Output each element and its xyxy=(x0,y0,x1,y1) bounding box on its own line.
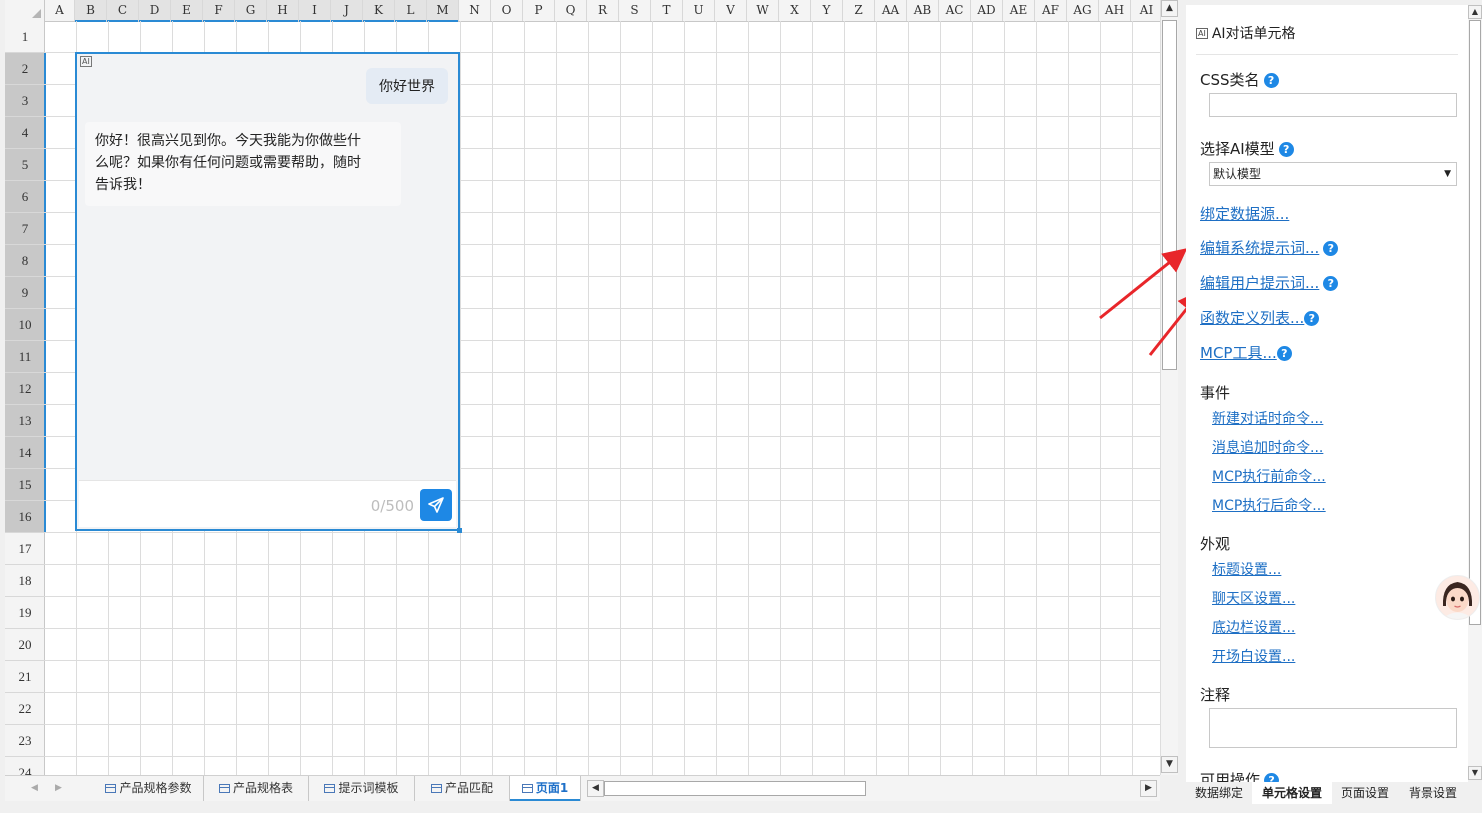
panel-scrollbar[interactable]: ▲ ▼ xyxy=(1468,5,1482,780)
panel-tab[interactable]: 背景设置 xyxy=(1398,782,1468,804)
help-icon[interactable]: ? xyxy=(1304,311,1320,326)
css-class-label-text: CSS类名 xyxy=(1200,71,1260,89)
event-link[interactable]: 消息追加时命令... xyxy=(1212,437,1323,457)
annotation-arrow xyxy=(1099,248,1188,320)
event-link[interactable]: MCP执行后命令... xyxy=(1212,495,1326,515)
panel-scroll-thumb[interactable] xyxy=(1469,20,1481,625)
help-icon[interactable]: ? xyxy=(1263,73,1279,88)
property-panel: AI AI对话单元格 CSS类名? 选择AI模型? 默认模型 ▼ 绑定数据源... … xyxy=(1186,5,1468,785)
function-list-row: 函数定义列表...? xyxy=(1200,307,1320,328)
mcp-tools-link[interactable]: MCP工具... xyxy=(1200,344,1277,362)
panel-title-text: AI对话单元格 xyxy=(1211,26,1296,42)
panel-tab[interactable]: 单元格设置 xyxy=(1252,782,1332,804)
assistant-face-icon xyxy=(1436,576,1479,619)
event-link[interactable]: 新建对话时命令... xyxy=(1212,408,1323,428)
help-icon[interactable]: ? xyxy=(1323,241,1339,256)
panel-tab[interactable]: 数据绑定 xyxy=(1186,782,1252,804)
help-icon[interactable]: ? xyxy=(1278,142,1294,157)
edit-user-prompt-link[interactable]: 编辑用户提示词... xyxy=(1200,274,1319,292)
appearance-link[interactable]: 标题设置... xyxy=(1212,559,1281,579)
ai-model-select[interactable]: 默认模型 ▼ xyxy=(1209,162,1457,186)
events-label: 事件 xyxy=(1200,384,1231,402)
panel-scroll-up-button[interactable]: ▲ xyxy=(1468,5,1482,19)
function-list-link[interactable]: 函数定义列表... xyxy=(1200,309,1304,327)
ai-model-label-text: 选择AI模型 xyxy=(1200,140,1275,158)
ai-model-label: 选择AI模型? xyxy=(1200,138,1294,159)
help-icon[interactable]: ? xyxy=(1323,276,1339,291)
ai-model-value: 默认模型 xyxy=(1213,167,1262,181)
panel-scroll-down-button[interactable]: ▼ xyxy=(1468,766,1482,780)
css-class-label: CSS类名? xyxy=(1200,69,1279,90)
bind-datasource-link[interactable]: 绑定数据源... xyxy=(1200,203,1289,224)
edit-system-prompt-row: 编辑系统提示词...? xyxy=(1200,237,1339,258)
ai-cell-icon: AI xyxy=(1196,28,1208,39)
appearance-label: 外观 xyxy=(1200,535,1231,553)
help-icon[interactable]: ? xyxy=(1276,346,1292,361)
appearance-link[interactable]: 聊天区设置... xyxy=(1212,588,1295,608)
event-link[interactable]: MCP执行前命令... xyxy=(1212,466,1326,486)
note-textarea[interactable] xyxy=(1209,708,1457,748)
edit-system-prompt-link[interactable]: 编辑系统提示词... xyxy=(1200,239,1319,257)
css-class-input[interactable] xyxy=(1209,93,1457,117)
note-label: 注释 xyxy=(1200,686,1231,704)
panel-tab[interactable]: 页面设置 xyxy=(1332,782,1398,804)
panel-title: AI AI对话单元格 xyxy=(1196,23,1296,43)
assistant-avatar[interactable] xyxy=(1435,575,1480,620)
panel-tab-bar: 数据绑定 单元格设置 页面设置 背景设置 xyxy=(1186,782,1468,804)
mcp-tools-row: MCP工具...? xyxy=(1200,342,1292,363)
dropdown-arrow-icon: ▼ xyxy=(1444,169,1451,179)
appearance-link[interactable]: 开场白设置... xyxy=(1212,646,1295,666)
appearance-link[interactable]: 底边栏设置... xyxy=(1212,617,1295,637)
divider xyxy=(1196,54,1458,55)
edit-user-prompt-row: 编辑用户提示词...? xyxy=(1200,272,1339,293)
